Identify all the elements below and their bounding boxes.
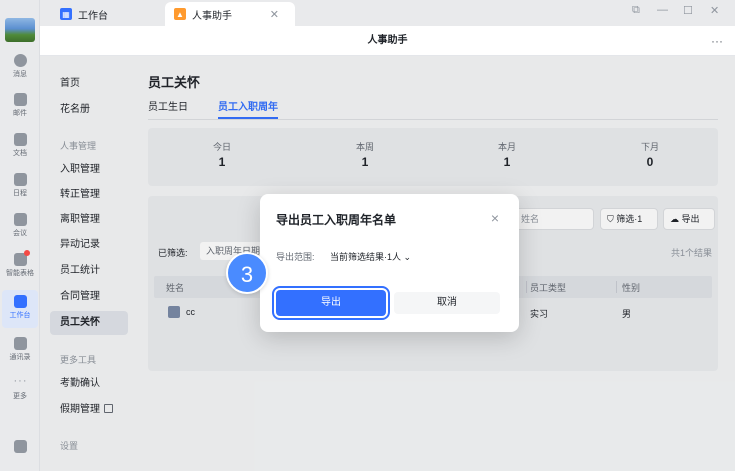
- more-icon[interactable]: ···: [711, 26, 723, 56]
- rail-label: 工作台: [9, 312, 31, 319]
- grid-icon: [13, 295, 27, 308]
- doc-icon: [13, 133, 27, 146]
- rail-item-more[interactable]: ··· 更多: [0, 376, 40, 401]
- sheet-icon: [13, 250, 30, 266]
- rail-item-messages[interactable]: 消息: [0, 54, 40, 79]
- chat-icon: [13, 54, 27, 67]
- rail-item-mail[interactable]: 邮件: [0, 93, 40, 118]
- rail-label: 消息: [13, 71, 27, 78]
- export-range-label: 导出范围:: [276, 252, 315, 262]
- rail-label: 邮件: [13, 110, 27, 117]
- dialog-title: 导出员工入职周年名单: [276, 213, 397, 227]
- rail-item-contacts[interactable]: 通讯录: [0, 337, 40, 362]
- maximize-icon[interactable]: ☐: [683, 4, 693, 17]
- close-icon[interactable]: ×: [491, 210, 499, 226]
- app-title: 人事助手: [367, 35, 408, 46]
- rail-label: 日程: [13, 190, 27, 197]
- calendar-icon: [13, 173, 27, 186]
- tab-label: 人事助手: [192, 10, 232, 22]
- bar-chart-icon: [13, 440, 27, 453]
- rail-label: 文档: [13, 150, 27, 157]
- export-dialog: 导出员工入职周年名单 × 导出范围: 当前筛选结果·1人 ⌄ 导出 取消: [260, 194, 519, 332]
- grid-icon: ▦: [60, 8, 72, 20]
- rail-item-calendar[interactable]: 日程: [0, 173, 40, 198]
- restore-icon[interactable]: ⧉: [632, 4, 640, 17]
- close-window-icon[interactable]: ✕: [710, 4, 719, 17]
- app-title-bar: 人事助手 ···: [40, 26, 735, 56]
- cancel-button[interactable]: 取消: [394, 292, 500, 314]
- tab-workbench[interactable]: ▦ 工作台: [60, 2, 108, 26]
- close-icon[interactable]: ✕: [270, 8, 279, 21]
- tab-hr-assistant[interactable]: ▲ 人事助手 ✕: [165, 2, 295, 26]
- rail-item-workbench[interactable]: 工作台: [0, 295, 40, 320]
- rail-item-docs[interactable]: 文档: [0, 133, 40, 158]
- export-range-select[interactable]: 当前筛选结果·1人 ⌄: [330, 250, 411, 263]
- left-rail: 消息 邮件 文档 日程 会议 智能表格 工作台 通讯录 ··· 更多: [0, 0, 40, 471]
- avatar[interactable]: [5, 18, 35, 42]
- rail-label: 更多: [13, 393, 27, 400]
- minimize-icon[interactable]: —: [657, 4, 668, 16]
- rail-label: 通讯录: [9, 354, 31, 361]
- rail-label: 智能表格: [6, 270, 34, 277]
- rail-label: 会议: [13, 230, 27, 237]
- tab-label: 工作台: [78, 10, 108, 22]
- confirm-export-button[interactable]: 导出: [272, 286, 390, 320]
- rail-item-meeting[interactable]: 会议: [0, 213, 40, 238]
- person-icon: ▲: [174, 8, 186, 20]
- mail-icon: [13, 93, 27, 106]
- rail-item-smart-sheet[interactable]: 智能表格: [0, 250, 40, 278]
- meeting-icon: [13, 213, 27, 226]
- more-dots-icon: ···: [13, 375, 28, 387]
- org-chart-icon: [13, 337, 27, 350]
- step-number-badge: 3: [226, 252, 268, 294]
- tab-bar: ▦ 工作台 ▲ 人事助手 ✕ ⧉ — ☐ ✕: [40, 0, 735, 26]
- rail-item-stats[interactable]: [0, 440, 40, 455]
